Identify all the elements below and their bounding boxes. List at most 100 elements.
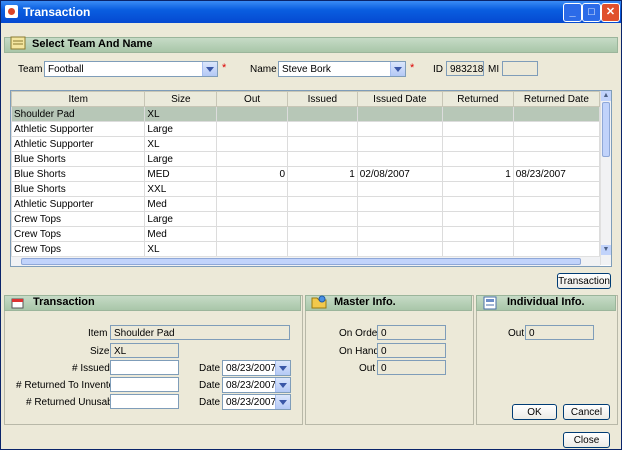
column-header-returned[interactable]: Returned: [441, 91, 514, 107]
table-row[interactable]: Blue Shorts Large: [11, 151, 601, 167]
cell-returned[interactable]: [441, 181, 514, 197]
cell-out[interactable]: [216, 196, 289, 212]
column-header-issued[interactable]: Issued: [287, 91, 358, 107]
cell-returned-date[interactable]: [512, 241, 601, 257]
cell-item[interactable]: Athletic Supporter: [11, 136, 146, 152]
scrollbar-thumb[interactable]: [21, 258, 581, 265]
scrollbar-thumb[interactable]: [602, 102, 610, 157]
cell-returned-date[interactable]: [512, 106, 601, 122]
cell-issued-date[interactable]: [356, 136, 443, 152]
cell-out[interactable]: 0: [216, 166, 289, 182]
table-row[interactable]: Athletic Supporter XL: [11, 136, 601, 152]
cell-issued-date[interactable]: [356, 196, 443, 212]
cell-issued[interactable]: [287, 211, 358, 227]
returned-inventory-input[interactable]: [110, 377, 179, 392]
cell-item[interactable]: Crew Tops: [11, 226, 146, 242]
cell-issued-date[interactable]: [356, 211, 443, 227]
cell-returned[interactable]: [441, 136, 514, 152]
cell-issued[interactable]: [287, 106, 358, 122]
grid-horizontal-scrollbar[interactable]: [11, 256, 600, 266]
chevron-down-icon[interactable]: [275, 378, 290, 392]
cell-size[interactable]: Large: [144, 151, 218, 167]
cell-issued-date[interactable]: [356, 226, 443, 242]
transaction-button[interactable]: Transaction: [557, 273, 611, 289]
table-row[interactable]: Athletic Supporter Med: [11, 196, 601, 212]
column-header-returned-date[interactable]: Returned Date: [512, 91, 601, 107]
cell-item[interactable]: Blue Shorts: [11, 151, 146, 167]
column-header-issued-date[interactable]: Issued Date: [356, 91, 443, 107]
cell-issued[interactable]: [287, 136, 358, 152]
cell-out[interactable]: [216, 106, 289, 122]
scroll-up-icon[interactable]: ▲: [601, 91, 611, 101]
cell-issued[interactable]: [287, 196, 358, 212]
cell-issued[interactable]: [287, 121, 358, 137]
cell-returned[interactable]: [441, 106, 514, 122]
cell-returned[interactable]: 1: [441, 166, 514, 182]
cell-issued[interactable]: 1: [287, 166, 358, 182]
table-row[interactable]: Shoulder Pad XL: [11, 106, 601, 122]
chevron-down-icon[interactable]: [275, 361, 290, 375]
ok-button[interactable]: OK: [512, 404, 557, 420]
cell-item[interactable]: Athletic Supporter: [11, 121, 146, 137]
cell-item[interactable]: Blue Shorts: [11, 181, 146, 197]
cell-returned-date[interactable]: [512, 226, 601, 242]
cell-issued[interactable]: [287, 241, 358, 257]
column-header-size[interactable]: Size: [144, 91, 218, 107]
cell-item[interactable]: Crew Tops: [11, 211, 146, 227]
column-header-item[interactable]: Item: [11, 91, 146, 107]
cell-returned[interactable]: [441, 121, 514, 137]
cell-size[interactable]: XL: [144, 136, 218, 152]
cell-returned[interactable]: [441, 241, 514, 257]
close-button[interactable]: Close: [563, 432, 610, 448]
table-row[interactable]: Crew Tops Med: [11, 226, 601, 242]
cell-size[interactable]: XXL: [144, 181, 218, 197]
issued-input[interactable]: [110, 360, 179, 375]
cell-out[interactable]: [216, 136, 289, 152]
cell-returned[interactable]: [441, 196, 514, 212]
scroll-down-icon[interactable]: ▼: [601, 245, 611, 255]
close-window-button[interactable]: ✕: [601, 3, 620, 22]
chevron-down-icon[interactable]: [390, 62, 405, 76]
maximize-button[interactable]: □: [582, 3, 601, 22]
cell-item[interactable]: Crew Tops: [11, 241, 146, 257]
grid-vertical-scrollbar[interactable]: ▲ ▼: [600, 91, 611, 265]
cell-returned-date[interactable]: [512, 181, 601, 197]
team-select[interactable]: Football: [44, 61, 218, 77]
cell-item[interactable]: Athletic Supporter: [11, 196, 146, 212]
cell-returned[interactable]: [441, 151, 514, 167]
returned-unusable-date-picker[interactable]: 08/23/2007: [222, 394, 291, 410]
chevron-down-icon[interactable]: [275, 395, 290, 409]
cell-item[interactable]: Shoulder Pad: [11, 106, 146, 122]
cell-out[interactable]: [216, 181, 289, 197]
cell-issued-date[interactable]: [356, 151, 443, 167]
cell-out[interactable]: [216, 121, 289, 137]
cell-returned-date[interactable]: [512, 151, 601, 167]
returned-inventory-date-picker[interactable]: 08/23/2007: [222, 377, 291, 393]
cell-out[interactable]: [216, 151, 289, 167]
minimize-button[interactable]: _: [563, 3, 582, 22]
cell-issued[interactable]: [287, 181, 358, 197]
table-row[interactable]: Crew Tops Large: [11, 211, 601, 227]
cell-issued[interactable]: [287, 226, 358, 242]
cell-issued-date[interactable]: [356, 106, 443, 122]
cell-returned[interactable]: [441, 226, 514, 242]
cell-size[interactable]: Med: [144, 226, 218, 242]
items-grid[interactable]: Item Size Out Issued Issued Date Returne…: [10, 90, 612, 267]
cell-returned-date[interactable]: [512, 196, 601, 212]
cell-issued-date[interactable]: [356, 241, 443, 257]
table-row[interactable]: Blue Shorts MED 0 1 02/08/2007 1 08/23/2007: [11, 166, 601, 182]
table-row[interactable]: Blue Shorts XXL: [11, 181, 601, 197]
issued-date-picker[interactable]: 08/23/2007: [222, 360, 291, 376]
returned-unusable-input[interactable]: [110, 394, 179, 409]
cell-returned-date[interactable]: 08/23/2007: [512, 166, 601, 182]
cell-issued-date[interactable]: 02/08/2007: [356, 166, 443, 182]
cell-issued[interactable]: [287, 151, 358, 167]
cell-size[interactable]: MED: [144, 166, 218, 182]
table-row[interactable]: Crew Tops XL: [11, 241, 601, 257]
cell-size[interactable]: Large: [144, 211, 218, 227]
chevron-down-icon[interactable]: [202, 62, 217, 76]
cell-returned-date[interactable]: [512, 121, 601, 137]
cell-size[interactable]: XL: [144, 106, 218, 122]
cell-size[interactable]: Med: [144, 196, 218, 212]
cell-out[interactable]: [216, 226, 289, 242]
